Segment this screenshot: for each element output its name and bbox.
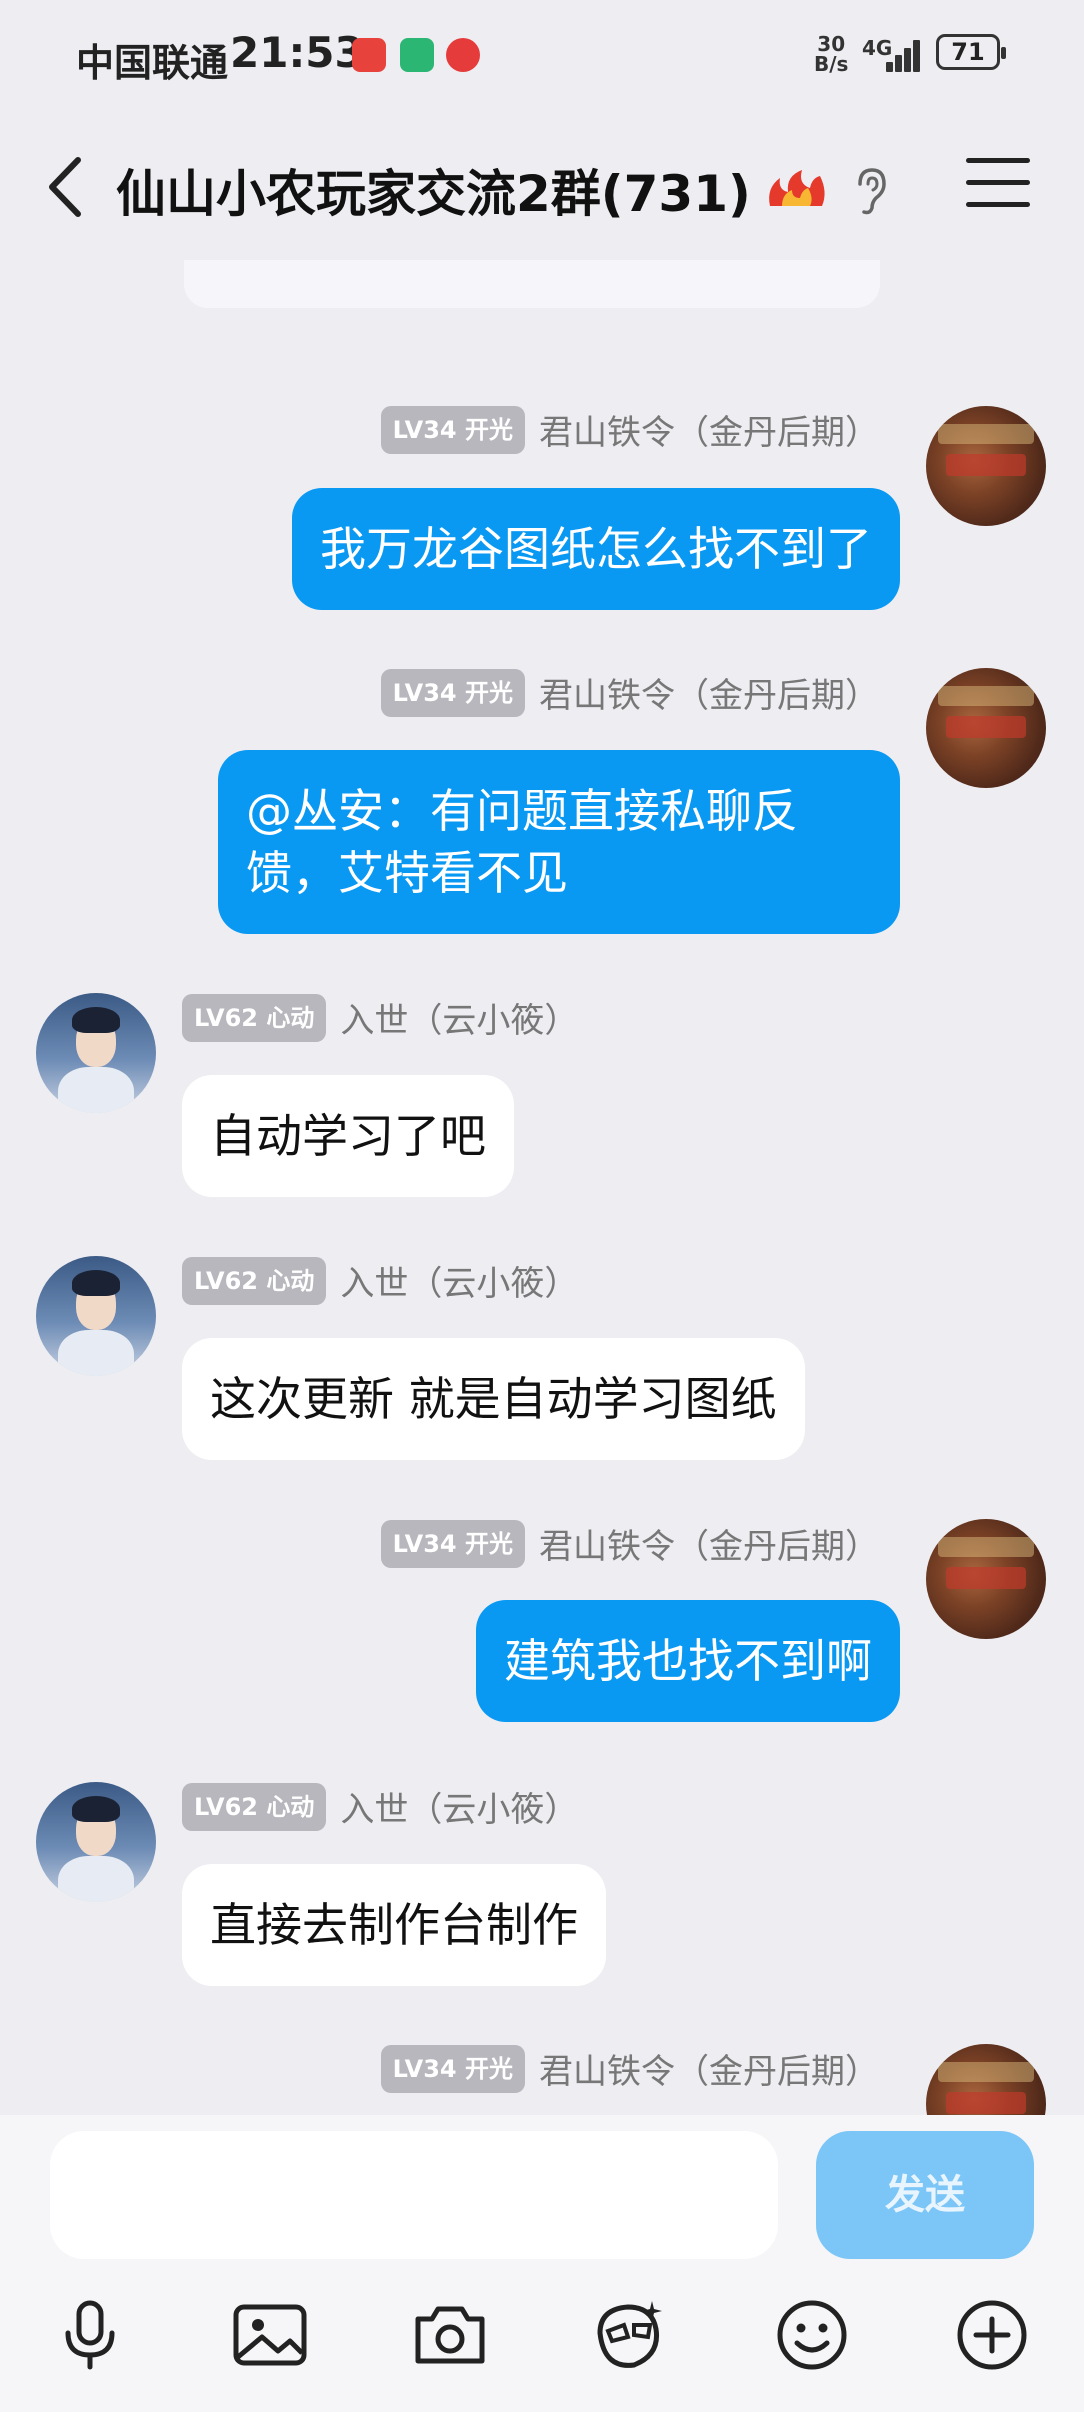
emoji-icon[interactable] [772, 2295, 852, 2375]
heart-app-icon [446, 38, 480, 72]
message-sender-meta: LV34 开光 君山铁令（金丹后期） [380, 1519, 879, 1568]
composer: 发送 [0, 2115, 1084, 2412]
chat-header: 仙山小农玩家交流2群(731) [0, 110, 1084, 260]
message-sender-meta: LV62 心动 入世（云小筱） [182, 1256, 578, 1305]
image-icon[interactable] [230, 2295, 310, 2375]
message-sender-meta: LV62 心动 入世（云小筱） [182, 993, 578, 1042]
avatar[interactable] [36, 993, 156, 1113]
message-sender-meta: LV34 开光 君山铁令（金丹后期） [380, 2044, 879, 2093]
microphone-icon[interactable] [50, 2295, 130, 2375]
message-bubble[interactable]: 自动学习了吧 [182, 1075, 514, 1197]
message-sender-meta: LV62 心动 入世（云小筱） [182, 1782, 578, 1831]
previous-message-bubble [184, 260, 880, 308]
avatar[interactable] [926, 1519, 1046, 1639]
camera-icon[interactable] [410, 2295, 490, 2375]
clock: 21:53 [230, 28, 364, 77]
signal-icon [880, 38, 926, 72]
message-bubble[interactable]: 建筑我也找不到啊 [476, 1600, 900, 1722]
hourglass-app-icon [400, 38, 434, 72]
sticker-face-icon[interactable] [590, 2295, 670, 2375]
battery-icon: 71 [936, 34, 1006, 70]
message-list[interactable]: LV34 开光 君山铁令（金丹后期） 我万龙谷图纸怎么找不到了 LV34 开光 … [0, 260, 1084, 2115]
sender-name[interactable]: 入世（云小筱） [340, 993, 578, 1042]
net-speed: 30 B/s [814, 32, 849, 76]
group-title[interactable]: 仙山小农玩家交流2群(731) [116, 154, 751, 226]
level-badge: LV34 开光 [380, 405, 525, 454]
sender-name[interactable]: 君山铁令（金丹后期） [539, 2044, 879, 2093]
back-button[interactable] [40, 152, 96, 222]
sender-name[interactable]: 入世（云小筱） [340, 1782, 578, 1831]
sender-name[interactable]: 君山铁令（金丹后期） [539, 668, 879, 717]
level-badge: LV62 心动 [182, 1782, 327, 1831]
level-badge: LV34 开光 [380, 668, 525, 717]
message-sender-meta: LV34 开光 君山铁令（金丹后期） [380, 405, 879, 454]
avatar[interactable] [926, 668, 1046, 788]
message-bubble[interactable]: 我万龙谷图纸怎么找不到了 [292, 488, 900, 610]
message-bubble[interactable]: 直接去制作台制作 [182, 1864, 606, 1986]
avatar[interactable] [926, 406, 1046, 526]
plus-icon[interactable] [952, 2295, 1032, 2375]
ear-icon[interactable] [850, 166, 890, 216]
menu-button[interactable] [966, 158, 1030, 218]
send-button[interactable]: 发送 [816, 2131, 1034, 2259]
level-badge: LV34 开光 [380, 2044, 525, 2093]
active-group-badge-icon [769, 170, 825, 206]
message-bubble[interactable]: @丛安：有问题直接私聊反 馈，艾特看不见 [218, 750, 900, 934]
avatar[interactable] [926, 2044, 1046, 2115]
shopping-app-icon [352, 38, 386, 72]
message-sender-meta: LV34 开光 君山铁令（金丹后期） [380, 668, 879, 717]
avatar[interactable] [36, 1782, 156, 1902]
level-badge: LV34 开光 [380, 1519, 525, 1568]
chevron-left-icon [49, 157, 81, 217]
avatar[interactable] [36, 1256, 156, 1376]
carrier-label: 中国联通 [76, 41, 229, 85]
sender-name[interactable]: 君山铁令（金丹后期） [539, 1519, 879, 1568]
sender-name[interactable]: 入世（云小筱） [340, 1256, 578, 1305]
message-bubble[interactable]: 这次更新 就是自动学习图纸 [182, 1338, 805, 1460]
sender-name[interactable]: 君山铁令（金丹后期） [539, 405, 879, 454]
status-bar: 中国联通 21:53 30 B/s 4G 71 [0, 0, 1084, 110]
level-badge: LV62 心动 [182, 993, 327, 1042]
level-badge: LV62 心动 [182, 1256, 327, 1305]
message-input[interactable] [50, 2131, 778, 2259]
